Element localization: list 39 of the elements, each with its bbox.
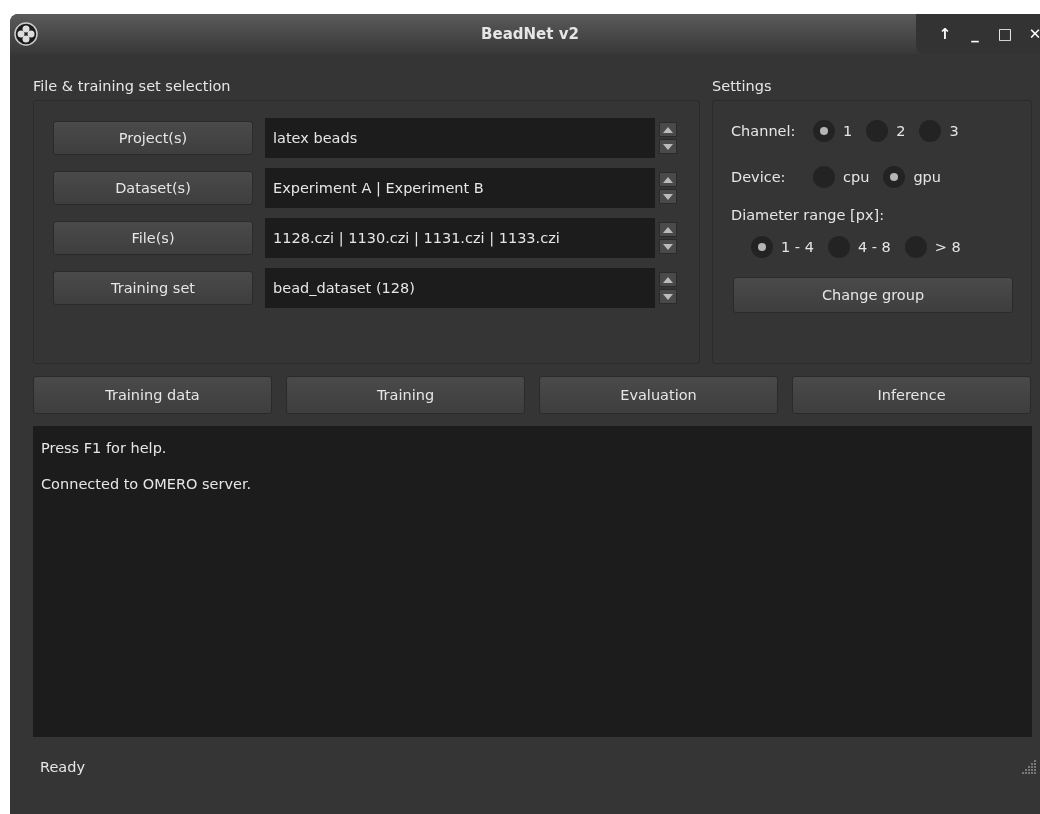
action-button[interactable]: Inference [792, 376, 1031, 414]
radio-button[interactable] [883, 166, 906, 188]
maximize-button[interactable]: □ [990, 25, 1020, 43]
select-button[interactable]: Dataset(s) [53, 171, 253, 205]
field-label: Device: [731, 169, 787, 185]
radio-label: 1 - 4 [781, 239, 814, 255]
field-label: Diameter range [px]: [731, 207, 886, 223]
radio-label: 2 [896, 123, 906, 139]
logo-icon [14, 22, 38, 46]
selection-field[interactable]: Experiment A | Experiment B [265, 168, 677, 208]
radio-label: gpu [913, 169, 941, 185]
group-title: Settings [712, 77, 773, 96]
resize-grip-icon [1022, 760, 1036, 774]
selection-field[interactable]: 1128.czi | 1130.czi | 1131.czi | 1133.czi [265, 218, 677, 258]
radio-label: 3 [949, 123, 959, 139]
group-title: File & training set selection [33, 77, 232, 96]
selection-field[interactable]: bead_dataset (128) [265, 268, 677, 308]
radio-label: 1 [843, 123, 853, 139]
radio-label: > 8 [934, 239, 961, 255]
radio-label: 4 - 8 [857, 239, 891, 255]
select-button[interactable]: Project(s) [53, 121, 253, 155]
radio-button[interactable] [813, 120, 835, 142]
log-line: Connected to OMERO server. [41, 476, 253, 492]
log-line: Press F1 for help. [41, 440, 168, 456]
status-text: Ready [40, 759, 85, 775]
selection-field[interactable]: latex beads [265, 118, 677, 158]
window-title: BeadNet v2 [481, 25, 579, 43]
change-group-button[interactable]: Change group [733, 277, 1013, 313]
close-button[interactable]: ✕ [1020, 25, 1040, 43]
action-button[interactable]: Training data [33, 376, 272, 414]
radio-label: cpu [843, 169, 870, 185]
minimize-button[interactable]: _ [960, 25, 990, 43]
action-button[interactable]: Training [286, 376, 525, 414]
radio-button[interactable] [751, 236, 773, 258]
keep-above-button[interactable]: ↑ [930, 25, 960, 43]
action-button[interactable]: Evaluation [539, 376, 778, 414]
select-button[interactable]: File(s) [53, 221, 253, 255]
field-label: Channel: [731, 123, 797, 139]
select-button[interactable]: Training set [53, 271, 253, 305]
